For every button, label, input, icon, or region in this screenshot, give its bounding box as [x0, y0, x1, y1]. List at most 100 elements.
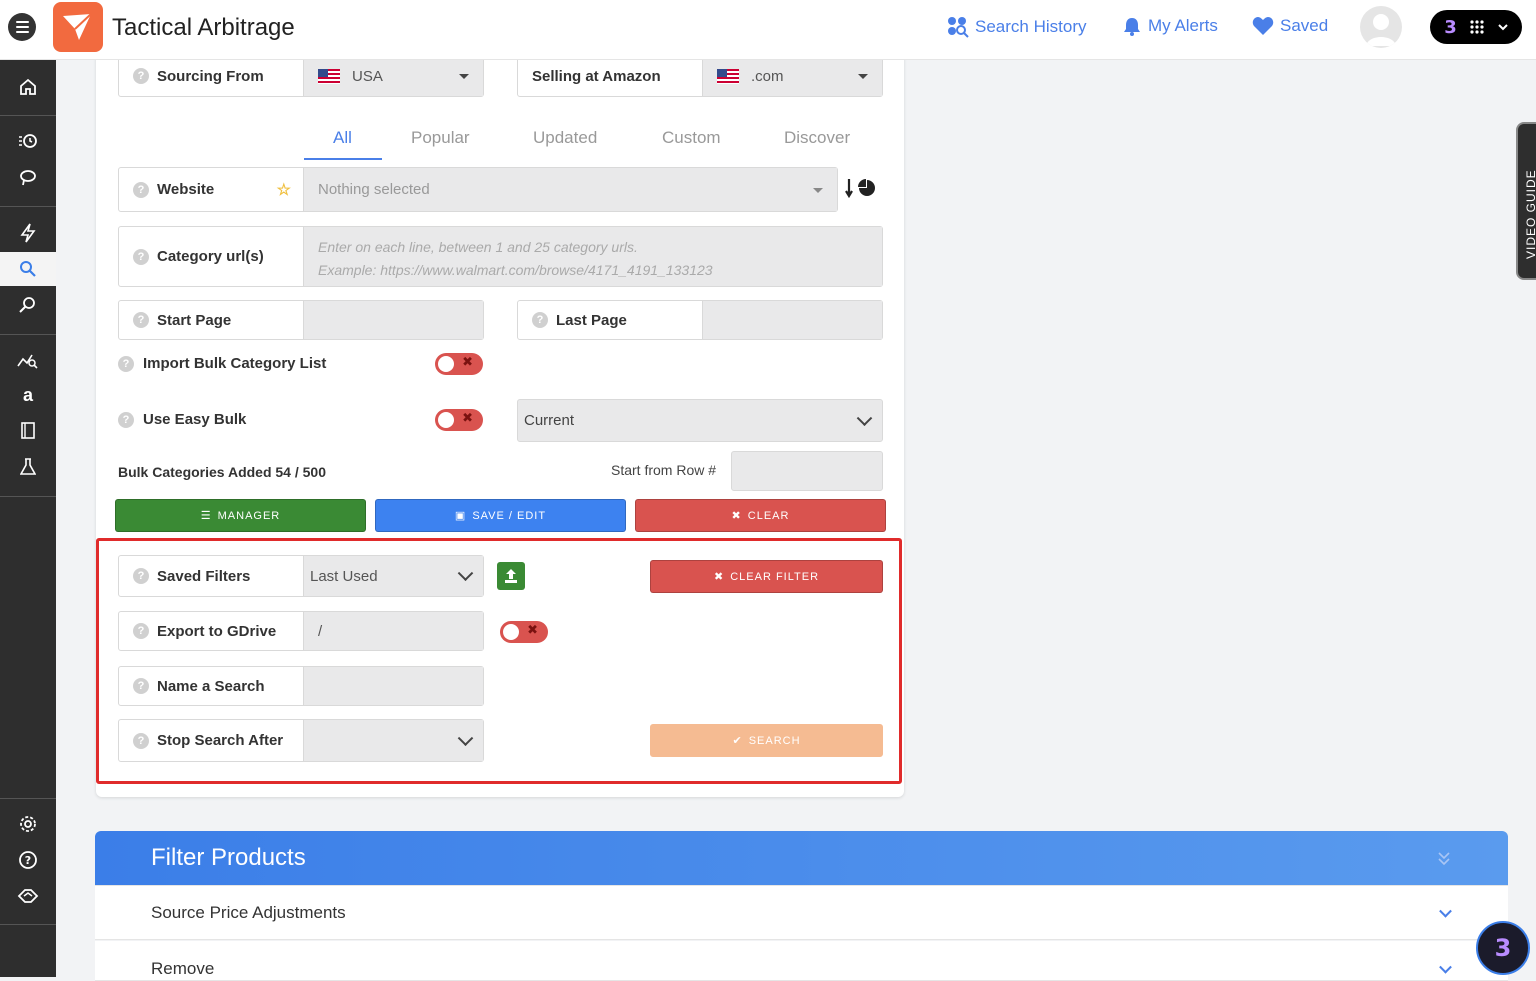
- upload-icon: [505, 569, 517, 583]
- video-guide-label: VIDEO GUIDE: [1524, 169, 1536, 259]
- x-icon: ✖: [462, 355, 473, 370]
- search-icon[interactable]: [0, 252, 56, 286]
- name-search-input[interactable]: [304, 667, 483, 705]
- lasso-icon[interactable]: [0, 161, 56, 195]
- export-gdrive-field[interactable]: ? Export to GDrive /: [118, 611, 484, 651]
- video-guide-tab[interactable]: VIDEO GUIDE: [1516, 122, 1536, 280]
- save-icon: ▣: [454, 510, 467, 522]
- brand-mark-icon: 3: [1444, 16, 1457, 38]
- reverse-search-icon[interactable]: [0, 288, 56, 322]
- caret-down-icon: [459, 74, 469, 79]
- clear-button[interactable]: ✖ CLEAR: [635, 499, 886, 532]
- last-page-input[interactable]: [703, 301, 882, 339]
- help-icon[interactable]: ?: [133, 623, 149, 639]
- start-page-input[interactable]: [304, 301, 483, 339]
- sourcing-from-value: USA: [352, 67, 383, 85]
- heart-icon: [1252, 17, 1274, 35]
- sort-pie-icon[interactable]: [845, 178, 877, 202]
- chat-widget-button[interactable]: 3: [1476, 921, 1530, 975]
- amazon-icon[interactable]: a: [0, 378, 56, 412]
- help-icon[interactable]: ?: [0, 843, 56, 877]
- brand-mark-icon: 3: [1494, 934, 1512, 962]
- sourcing-from-label: Sourcing From: [157, 67, 264, 85]
- export-gdrive-toggle[interactable]: ✖: [500, 621, 548, 643]
- last-page-field[interactable]: ? Last Page: [517, 300, 883, 340]
- app-switcher-button[interactable]: 3: [1430, 10, 1522, 44]
- us-flag-icon: [318, 68, 340, 84]
- handshake-icon[interactable]: [0, 879, 56, 913]
- app-title: Tactical Arbitrage: [112, 14, 295, 41]
- remove-title: Remove: [151, 958, 215, 978]
- nav-saved-label: Saved: [1280, 16, 1329, 35]
- saved-filters-field[interactable]: ? Saved Filters Last Used: [118, 555, 484, 597]
- help-icon[interactable]: ?: [133, 568, 149, 584]
- help-icon[interactable]: ?: [133, 248, 149, 265]
- upload-filter-button[interactable]: [497, 562, 525, 590]
- selling-at-label: Selling at Amazon: [532, 67, 661, 85]
- help-icon[interactable]: ?: [133, 732, 149, 749]
- book-icon[interactable]: [0, 414, 56, 448]
- chevron-down-icon: [457, 729, 474, 746]
- import-bulk-toggle[interactable]: ✖: [435, 353, 483, 375]
- analytics-icon[interactable]: [0, 343, 56, 377]
- easy-bulk-select[interactable]: Current: [517, 399, 883, 442]
- tab-updated[interactable]: Updated: [533, 128, 597, 148]
- help-icon[interactable]: ?: [133, 678, 149, 694]
- help-icon[interactable]: ?: [118, 355, 134, 372]
- help-icon[interactable]: ?: [532, 312, 548, 328]
- source-price-adjustments-panel[interactable]: Source Price Adjustments: [95, 886, 1508, 940]
- user-avatar[interactable]: [1360, 6, 1402, 48]
- category-urls-label: Category url(s): [157, 248, 264, 265]
- stop-search-after-field[interactable]: ? Stop Search After: [118, 719, 484, 762]
- start-page-field[interactable]: ? Start Page: [118, 300, 484, 340]
- hamburger-menu-icon[interactable]: [8, 13, 36, 41]
- nav-search-history[interactable]: Search History: [947, 16, 1086, 38]
- star-icon[interactable]: ☆: [277, 180, 291, 200]
- list-icon: ☰: [200, 510, 212, 522]
- tab-popular[interactable]: Popular: [411, 128, 470, 148]
- save-edit-button[interactable]: ▣ SAVE / EDIT: [375, 499, 626, 532]
- clear-filter-button[interactable]: ✖ CLEAR FILTER: [650, 560, 883, 593]
- website-label: Website: [157, 181, 215, 198]
- home-icon[interactable]: [0, 70, 56, 104]
- tab-custom[interactable]: Custom: [662, 128, 721, 148]
- help-icon[interactable]: ?: [133, 312, 149, 328]
- category-urls-input[interactable]: Enter on each line, between 1 and 25 cat…: [304, 227, 882, 286]
- tab-all[interactable]: All: [333, 128, 352, 148]
- help-icon[interactable]: ?: [118, 411, 134, 428]
- sourcing-from-field[interactable]: ? Sourcing From USA: [118, 55, 484, 97]
- start-from-row-label: Start from Row #: [611, 462, 717, 478]
- remove-panel[interactable]: Remove: [95, 941, 1508, 981]
- manager-button[interactable]: ☰ MANAGER: [115, 499, 366, 532]
- svg-text:?: ?: [25, 854, 31, 867]
- help-icon[interactable]: ?: [133, 68, 149, 84]
- start-from-row-input[interactable]: [731, 451, 883, 491]
- easy-bulk-toggle[interactable]: ✖: [435, 409, 483, 431]
- website-field[interactable]: ? Website ☆ Nothing selected: [118, 167, 838, 212]
- name-search-field[interactable]: ? Name a Search: [118, 666, 484, 706]
- history-icon[interactable]: [0, 124, 56, 158]
- selling-at-field[interactable]: Selling at Amazon .com: [517, 55, 883, 97]
- bulk-categories-count: Bulk Categories Added 54 / 500: [118, 464, 326, 480]
- caret-down-icon: [813, 187, 823, 193]
- category-urls-placeholder-2: Example: https://www.walmart.com/browse/…: [318, 262, 713, 278]
- category-urls-field[interactable]: ? Category url(s) Enter on each line, bet…: [118, 226, 883, 287]
- brand-logo[interactable]: [53, 2, 103, 52]
- name-search-label: Name a Search: [157, 677, 265, 695]
- export-gdrive-input[interactable]: /: [304, 612, 483, 650]
- filter-products-title: Filter Products: [151, 844, 306, 871]
- clear-button-label: CLEAR: [747, 509, 790, 522]
- filter-products-panel[interactable]: Filter Products: [95, 831, 1508, 886]
- chevron-down-icon: [856, 409, 873, 426]
- help-icon[interactable]: ?: [133, 181, 149, 198]
- x-icon: ✖: [731, 510, 742, 522]
- flask-icon[interactable]: [0, 450, 56, 484]
- nav-my-alerts[interactable]: My Alerts: [1122, 16, 1218, 36]
- nav-saved[interactable]: Saved: [1252, 16, 1328, 36]
- settings-icon[interactable]: [0, 807, 56, 841]
- nav-search-history-label: Search History: [975, 17, 1087, 36]
- search-button[interactable]: ✔ SEARCH: [650, 724, 883, 757]
- last-page-label: Last Page: [556, 311, 627, 329]
- lightning-icon[interactable]: [0, 216, 56, 250]
- tab-discover[interactable]: Discover: [784, 128, 850, 148]
